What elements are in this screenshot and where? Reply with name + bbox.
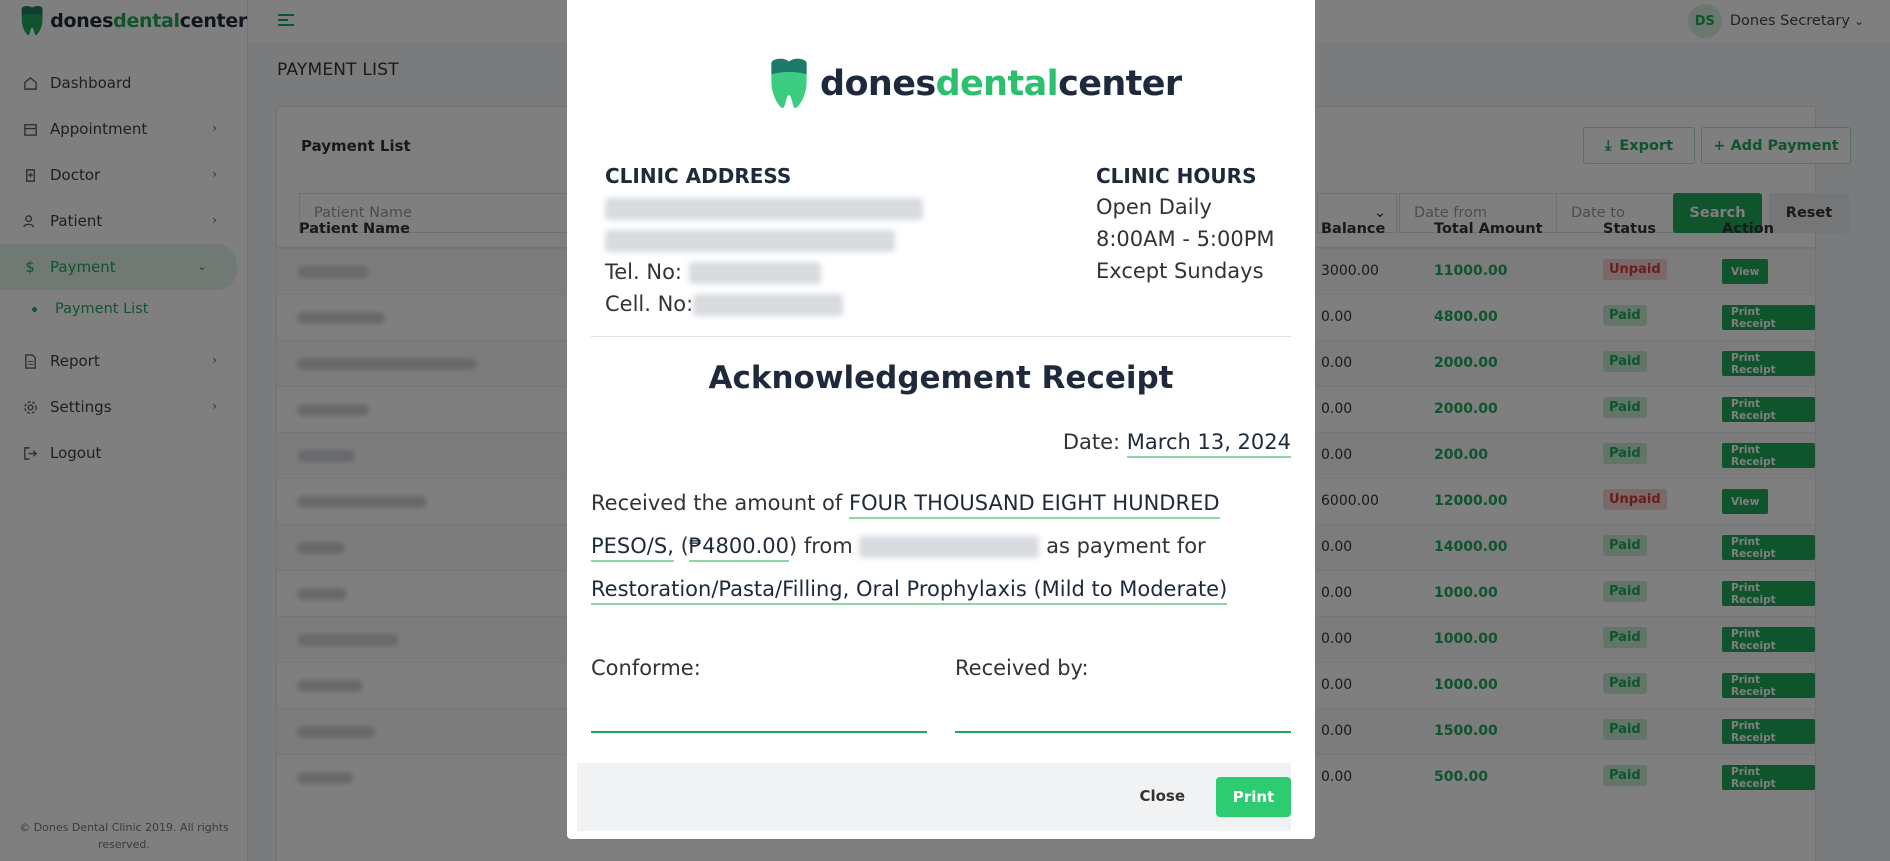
patient-name-redacted — [859, 536, 1040, 558]
received-text: Received the amount of — [591, 491, 843, 515]
paren-close: ) — [788, 534, 798, 558]
conforme-label: Conforme: — [591, 656, 701, 680]
date-value: March 13, 2024 — [1126, 430, 1291, 458]
hours-line: Except Sundays — [1096, 259, 1264, 283]
receipt-body: Received the amount of FOUR THOUSAND EIG… — [591, 482, 1291, 611]
address-line-redacted — [605, 224, 923, 256]
tooth-logo-icon — [771, 58, 807, 108]
amount-value: ₱4800.00 — [688, 534, 789, 562]
cell-row: Cell. No: — [605, 288, 923, 320]
clinic-hours-title: CLINIC HOURS — [1096, 164, 1257, 188]
tel-label: Tel. No: — [605, 260, 682, 284]
received-by-label: Received by: — [955, 656, 1089, 680]
brand-name: donesdentalcenter — [820, 64, 1182, 104]
receipt-modal: donesdentalcenter CLINIC ADDRESS Tel. No… — [567, 0, 1315, 839]
receipt-date: Date: March 13, 2024 — [1062, 430, 1291, 458]
hours-line: Open Daily — [1096, 195, 1212, 219]
services-list: Restoration/Pasta/Filling, Oral Prophyla… — [591, 577, 1228, 605]
from-text: from — [803, 534, 853, 558]
print-button[interactable]: Print — [1216, 777, 1291, 817]
received-by-signature-line — [955, 731, 1291, 733]
clinic-hours-block: Open Daily 8:00AM - 5:00PM Except Sunday… — [1096, 191, 1275, 287]
receipt-divider — [591, 336, 1291, 337]
receipt-title: Acknowledgement Receipt — [708, 360, 1174, 396]
close-button[interactable]: Close — [1139, 787, 1185, 805]
clinic-address-block: Tel. No: Cell. No: — [605, 192, 923, 320]
receipt-logo: donesdentalcenter — [765, 55, 1182, 113]
date-label: Date: — [1062, 430, 1121, 454]
conforme-signature-line — [591, 731, 927, 733]
cell-label: Cell. No: — [605, 292, 694, 316]
clinic-address-title: CLINIC ADDRESS — [605, 164, 792, 188]
payment-for-text: as payment for — [1046, 534, 1206, 558]
modal-footer: Close Print — [577, 763, 1291, 831]
address-line-redacted — [605, 192, 923, 224]
hours-line: 8:00AM - 5:00PM — [1096, 227, 1275, 251]
tel-row: Tel. No: — [605, 256, 923, 288]
paren-open: ( — [680, 534, 689, 558]
